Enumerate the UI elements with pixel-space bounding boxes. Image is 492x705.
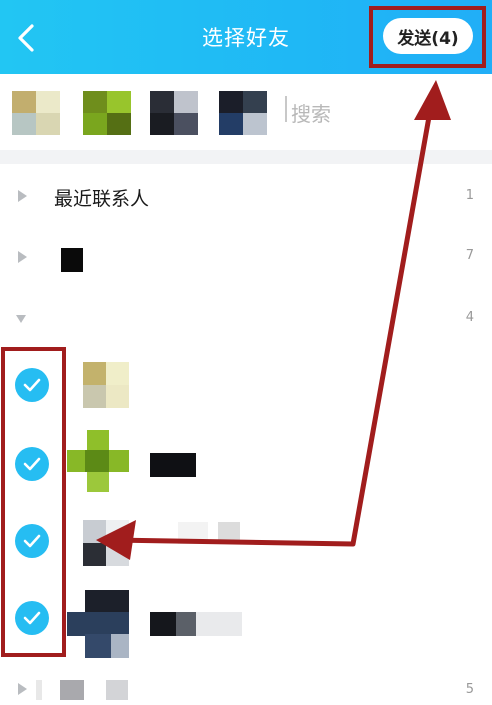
annotation-arrow: [96, 80, 451, 560]
